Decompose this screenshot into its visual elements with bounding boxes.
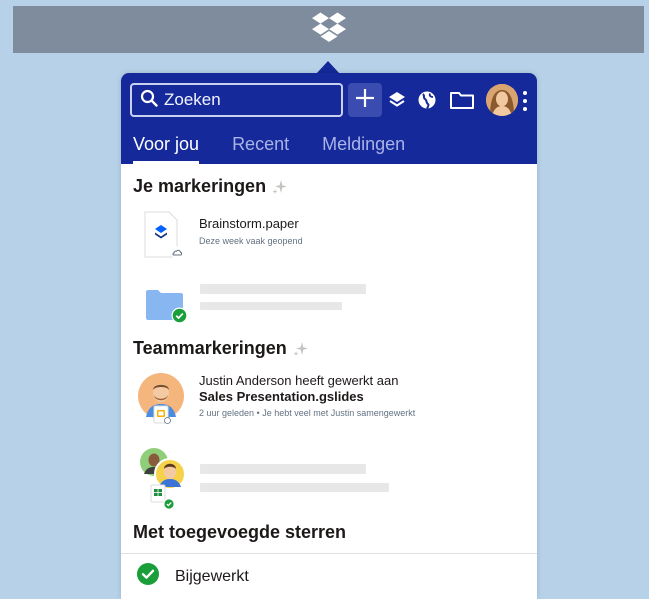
folder-icon[interactable] bbox=[448, 88, 476, 112]
add-button[interactable] bbox=[348, 83, 382, 117]
search-icon bbox=[140, 89, 158, 112]
list-item-placeholder-sheet[interactable] bbox=[121, 445, 537, 510]
section-title-team-label: Teammarkeringen bbox=[133, 338, 287, 358]
skeleton-line bbox=[200, 284, 366, 294]
activity-text: Justin Anderson heeft gewerkt aan bbox=[199, 373, 399, 388]
list-item-sales-presentation[interactable]: Justin Anderson heeft gewerkt aan Sales … bbox=[121, 371, 537, 431]
dropbox-logo-icon[interactable] bbox=[311, 12, 346, 47]
slides-file-icon bbox=[152, 405, 172, 430]
file-meta: Deze week vaak geopend bbox=[199, 236, 303, 246]
tab-recent[interactable]: Recent bbox=[232, 134, 289, 164]
synced-check-icon bbox=[171, 307, 188, 329]
sparkle-icon bbox=[272, 179, 288, 195]
search-input[interactable]: Zoeken bbox=[130, 83, 343, 117]
tab-meldingen[interactable]: Meldingen bbox=[322, 134, 405, 164]
file-name: Sales Presentation.gslides bbox=[199, 389, 364, 404]
sync-status-bar: Bijgewerkt bbox=[121, 553, 537, 599]
dropbox-panel: Zoeken Voor jou Recent Meldingen Je mark… bbox=[121, 73, 537, 599]
user-avatar[interactable] bbox=[486, 84, 518, 116]
cloud-icon bbox=[169, 246, 185, 264]
section-title-starred: Met toegevoegde sterren bbox=[133, 522, 346, 543]
stack-icon[interactable] bbox=[385, 88, 409, 112]
avatar bbox=[137, 445, 187, 514]
sparkle-icon bbox=[293, 341, 309, 357]
section-title-starred-label: Met toegevoegde sterren bbox=[133, 522, 347, 542]
file-name: Brainstorm.paper bbox=[199, 216, 299, 231]
list-item-brainstorm[interactable]: Brainstorm.paper Deze week vaak geopend bbox=[121, 208, 537, 268]
file-meta: 2 uur geleden • Je hebt veel met Justin … bbox=[199, 408, 416, 418]
skeleton-line bbox=[200, 483, 389, 492]
section-title-mine: Je markeringen bbox=[133, 176, 288, 197]
search-placeholder: Zoeken bbox=[164, 90, 221, 109]
section-title-team: Teammarkeringen bbox=[133, 338, 309, 359]
skeleton-line bbox=[200, 464, 366, 474]
tab-bar: Voor jou Recent Meldingen bbox=[133, 134, 438, 164]
check-circle-icon bbox=[136, 562, 160, 591]
tab-voor-jou[interactable]: Voor jou bbox=[133, 134, 200, 164]
menubar bbox=[13, 6, 644, 53]
more-options-icon[interactable] bbox=[521, 89, 529, 113]
sync-status-label: Bijgewerkt bbox=[175, 567, 249, 585]
panel-header: Zoeken Voor jou Recent Meldingen bbox=[121, 73, 537, 164]
globe-icon[interactable] bbox=[415, 88, 439, 112]
synced-check-icon bbox=[163, 497, 175, 515]
add-icon bbox=[355, 88, 375, 113]
skeleton-line bbox=[200, 302, 342, 310]
list-item-placeholder-folder[interactable] bbox=[121, 278, 537, 333]
section-title-mine-label: Je markeringen bbox=[133, 176, 267, 196]
